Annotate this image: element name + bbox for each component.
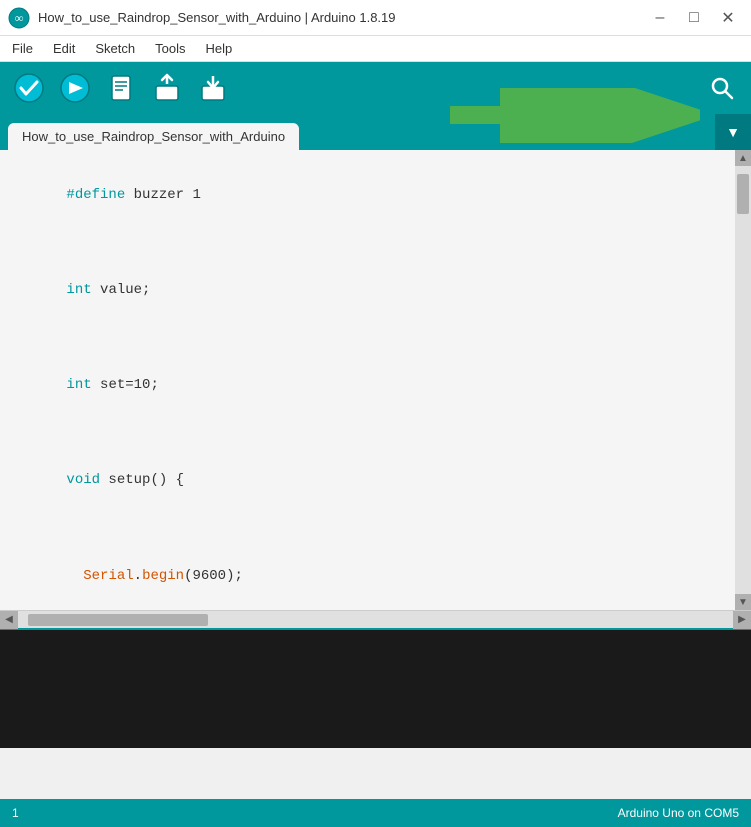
kw-serial: Serial: [83, 568, 133, 584]
new-button[interactable]: [100, 67, 142, 109]
title-bar: ∞ How_to_use_Raindrop_Sensor_with_Arduin…: [0, 0, 751, 36]
scroll-up-button[interactable]: ▲: [735, 150, 751, 166]
scroll-thumb-vertical[interactable]: [737, 174, 749, 214]
scroll-thumb-horizontal[interactable]: [28, 614, 208, 626]
console-area: [0, 628, 751, 748]
upload-button[interactable]: [54, 67, 96, 109]
toolbar: [0, 62, 751, 114]
code-line-3: int set=10;: [16, 350, 719, 421]
vertical-scrollbar[interactable]: ▲ ▼: [735, 150, 751, 610]
title-bar-controls: – □ ✕: [645, 6, 743, 30]
scroll-right-button[interactable]: ▶: [733, 611, 751, 629]
menu-edit[interactable]: Edit: [45, 39, 83, 58]
scroll-down-button[interactable]: ▼: [735, 594, 751, 610]
kw-define: #define: [66, 187, 125, 203]
menu-file[interactable]: File: [4, 39, 41, 58]
search-icon: [708, 74, 736, 102]
scroll-left-button[interactable]: ◀: [0, 611, 18, 629]
line-number: 1: [12, 806, 19, 820]
close-button[interactable]: ✕: [713, 6, 743, 30]
code-line-4: void setup() {: [16, 446, 719, 517]
verify-icon: [13, 72, 45, 104]
title-bar-left: ∞ How_to_use_Raindrop_Sensor_with_Arduin…: [8, 7, 396, 29]
kw-void: void: [66, 472, 100, 488]
maximize-button[interactable]: □: [679, 6, 709, 30]
code-line-blank-2: [16, 327, 719, 351]
scroll-track-horizontal: [18, 611, 733, 628]
active-tab[interactable]: How_to_use_Raindrop_Sensor_with_Arduino: [8, 123, 299, 150]
menu-help[interactable]: Help: [197, 39, 240, 58]
code-line-blank-1: [16, 231, 719, 255]
kw-int-1: int: [66, 282, 91, 298]
menu-sketch[interactable]: Sketch: [87, 39, 143, 58]
menu-tools[interactable]: Tools: [147, 39, 193, 58]
save-button[interactable]: [192, 67, 234, 109]
tabs-dropdown-icon: ▼: [726, 124, 740, 140]
search-button[interactable]: [701, 67, 743, 109]
status-bar: 1 Arduino Uno on COM5: [0, 799, 751, 827]
save-icon: [197, 72, 229, 104]
menu-bar: File Edit Sketch Tools Help: [0, 36, 751, 62]
code-editor[interactable]: #define buzzer 1 int value; int set=10; …: [0, 150, 735, 610]
horizontal-scrollbar[interactable]: ◀ ▶: [0, 610, 751, 628]
open-button[interactable]: [146, 67, 188, 109]
code-line-5: Serial.begin(9600);: [16, 541, 719, 610]
window-title: How_to_use_Raindrop_Sensor_with_Arduino …: [38, 10, 396, 25]
upload-icon: [59, 72, 91, 104]
tab-label: How_to_use_Raindrop_Sensor_with_Arduino: [22, 129, 285, 144]
kw-int-2: int: [66, 377, 91, 393]
verify-button[interactable]: [8, 67, 50, 109]
editor-area: #define buzzer 1 int value; int set=10; …: [0, 150, 751, 610]
tabs-dropdown-button[interactable]: ▼: [715, 114, 751, 150]
code-line-blank-3: [16, 422, 719, 446]
board-info: Arduino Uno on COM5: [618, 806, 739, 820]
open-icon: [151, 72, 183, 104]
new-file-icon: [105, 72, 137, 104]
arduino-logo-icon: ∞: [8, 7, 30, 29]
minimize-button[interactable]: –: [645, 6, 675, 30]
svg-text:∞: ∞: [15, 11, 24, 25]
code-line-blank-4: [16, 517, 719, 541]
scroll-track-vertical: [735, 166, 751, 594]
kw-begin: begin: [142, 568, 184, 584]
tabs-bar: How_to_use_Raindrop_Sensor_with_Arduino …: [0, 114, 751, 150]
code-line-2: int value;: [16, 255, 719, 326]
code-line-1: #define buzzer 1: [16, 160, 719, 231]
